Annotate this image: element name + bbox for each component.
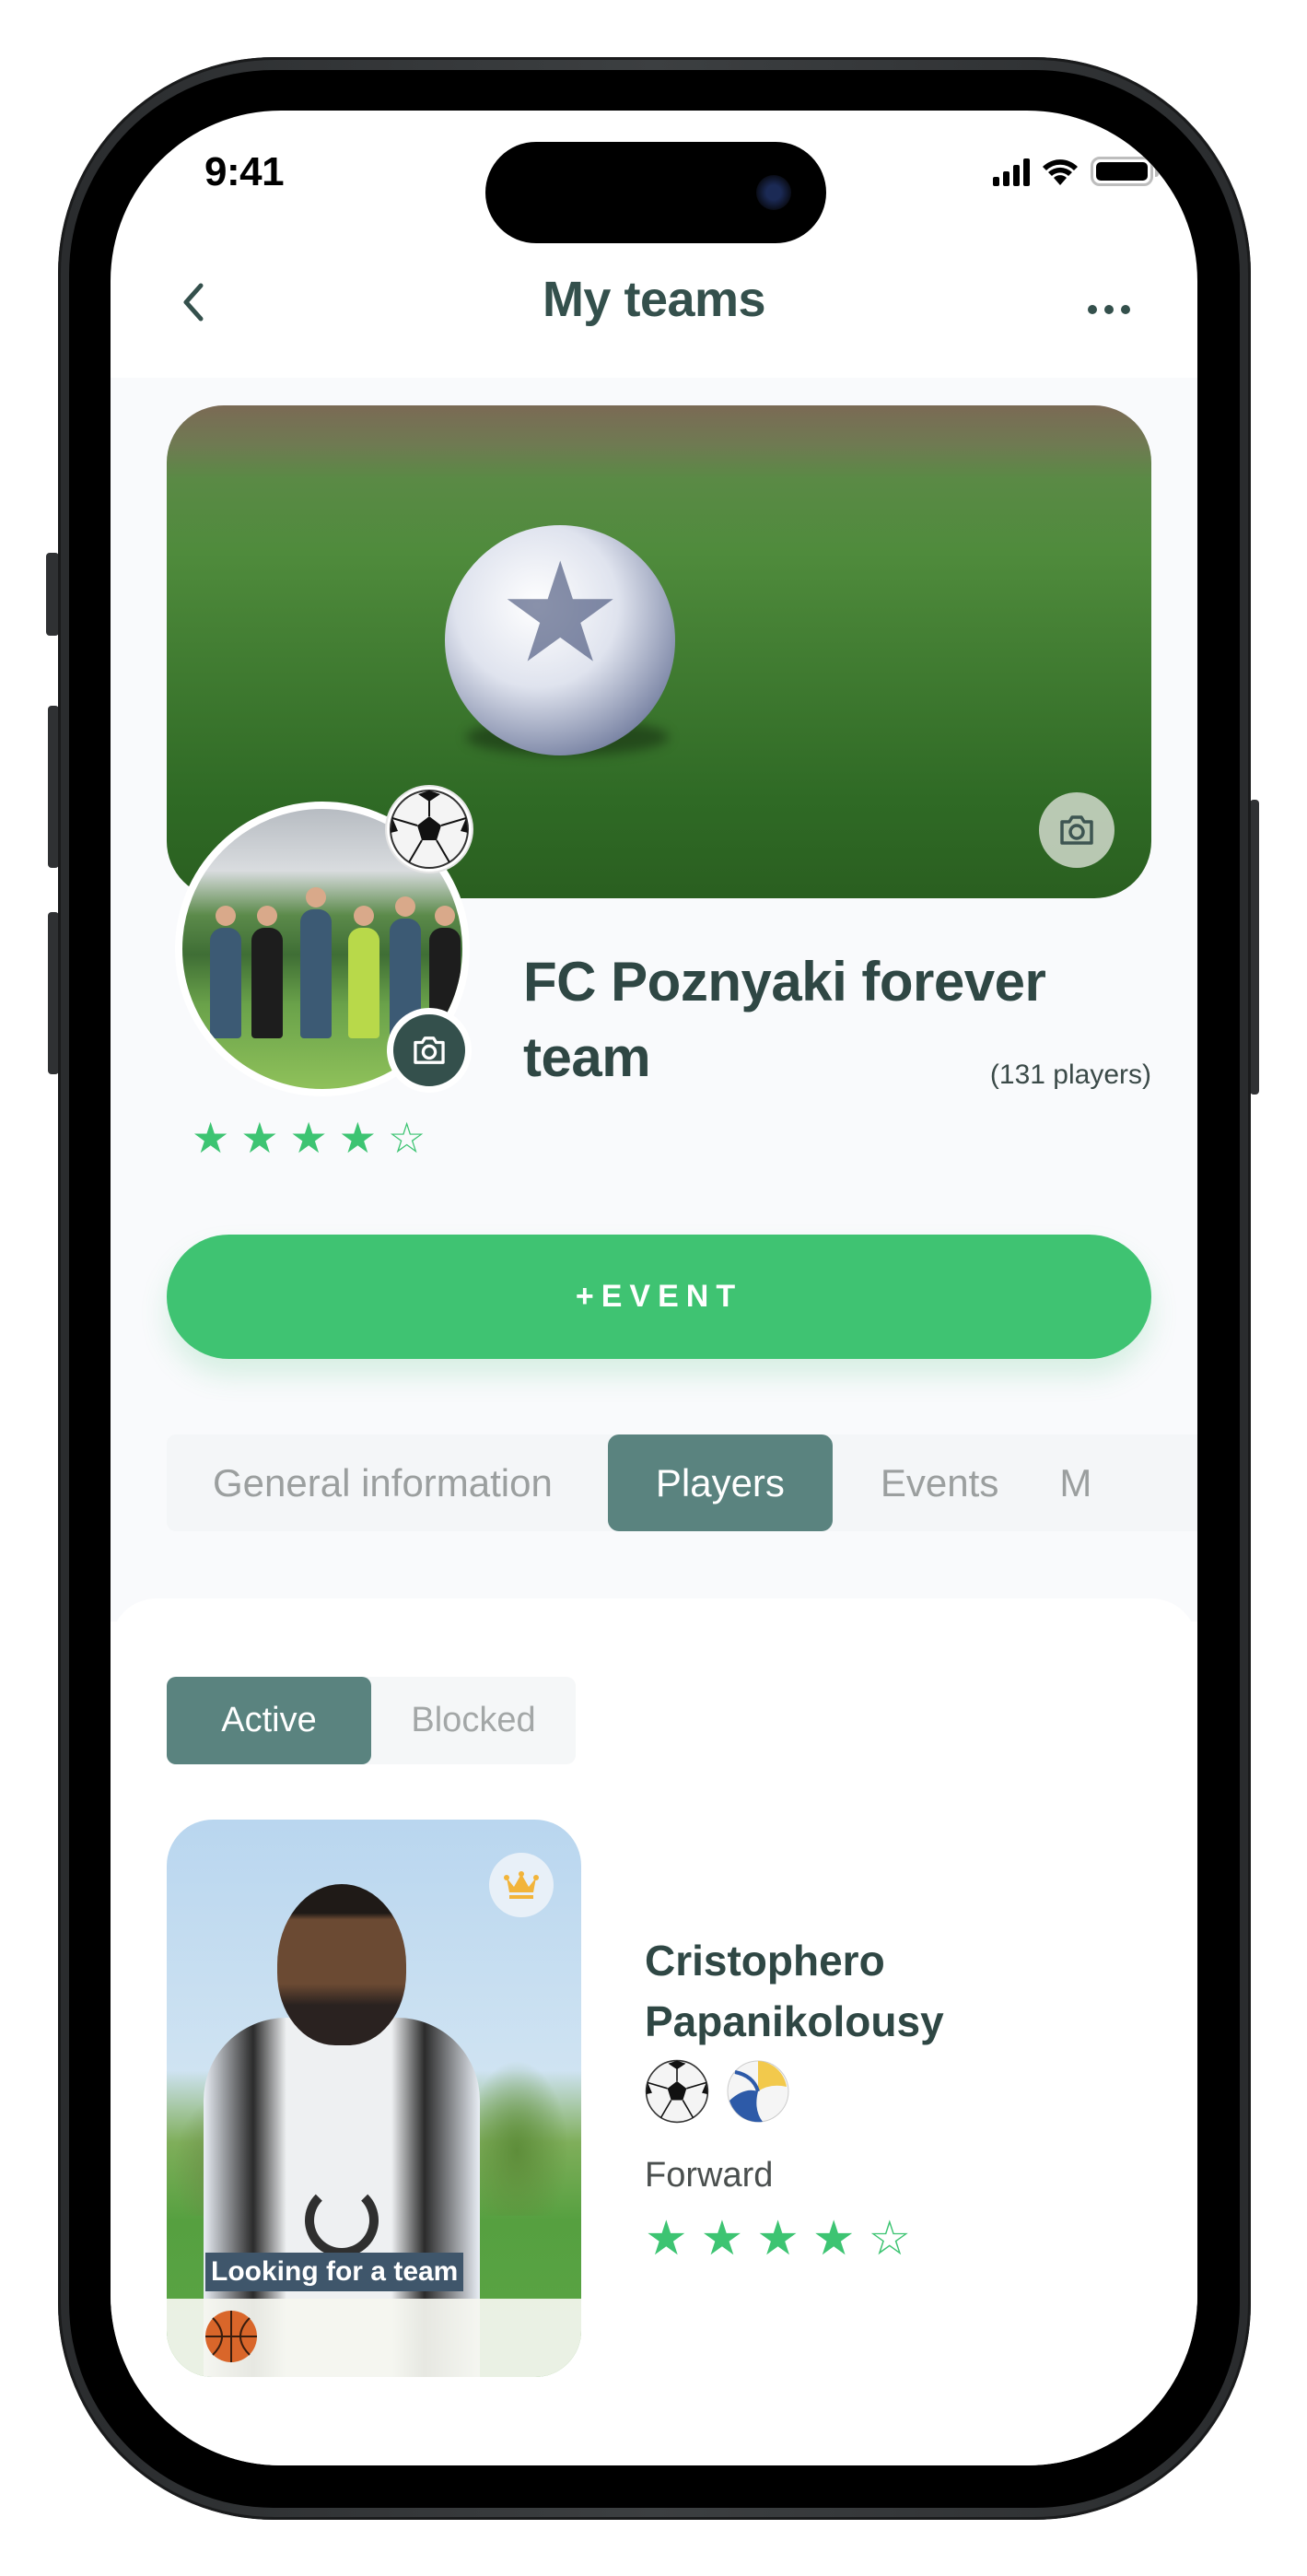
star-filled-icon: ★ bbox=[192, 1114, 230, 1162]
action-button bbox=[46, 553, 59, 636]
player-photo[interactable]: Looking for a team bbox=[167, 1820, 581, 2377]
screen: 9:41 My teams ★ ★ ★ ★ ★ ☆ FC Poznyaki fo… bbox=[111, 111, 1197, 2465]
player-sports bbox=[645, 2059, 790, 2124]
team-players-count: (131 players) bbox=[989, 1060, 1151, 1090]
wifi-icon bbox=[1043, 159, 1078, 185]
crown-icon bbox=[504, 1871, 539, 1899]
tab-general-information[interactable]: General information bbox=[167, 1434, 608, 1531]
tab-more[interactable]: M bbox=[1046, 1434, 1139, 1531]
cellular-signal-icon bbox=[993, 157, 1030, 186]
tab-events[interactable]: Events bbox=[833, 1434, 1046, 1531]
player-name[interactable]: Cristophero Papanikolousy bbox=[645, 1930, 944, 2052]
status-time: 9:41 bbox=[204, 149, 285, 194]
soccer-ball-icon bbox=[645, 2059, 709, 2124]
nav-header: My teams bbox=[111, 249, 1197, 350]
front-camera-icon bbox=[756, 175, 791, 210]
looking-for-team-badge: Looking for a team bbox=[205, 2253, 464, 2291]
star-empty-icon: ☆ bbox=[388, 1114, 426, 1162]
page-title: My teams bbox=[542, 272, 766, 327]
soccer-ball-icon bbox=[385, 785, 473, 873]
dynamic-island bbox=[485, 142, 826, 243]
player-rating: ★ ★ ★ ★ ☆ bbox=[645, 2211, 911, 2266]
volleyball-icon bbox=[727, 2060, 789, 2123]
team-tabs: General information Players Events M bbox=[167, 1434, 1197, 1531]
star-filled-icon: ★ bbox=[645, 2212, 688, 2266]
star-filled-icon: ★ bbox=[811, 2212, 856, 2266]
status-icons bbox=[993, 157, 1159, 186]
add-event-button[interactable]: +EVENT bbox=[167, 1235, 1151, 1359]
more-options-button[interactable] bbox=[1085, 276, 1133, 330]
star-filled-icon: ★ bbox=[338, 1114, 377, 1162]
star-filled-icon: ★ bbox=[700, 2212, 744, 2266]
captain-badge bbox=[489, 1853, 554, 1917]
camera-icon bbox=[414, 1036, 445, 1064]
player-status-filter: Active Blocked bbox=[167, 1677, 576, 1764]
more-horizontal-icon bbox=[1088, 305, 1130, 314]
star-filled-icon: ★ bbox=[240, 1114, 279, 1162]
star-empty-icon: ☆ bbox=[868, 2212, 912, 2266]
tab-players[interactable]: Players bbox=[607, 1434, 833, 1531]
filter-blocked[interactable]: Blocked bbox=[371, 1677, 576, 1764]
basketball-icon bbox=[205, 2311, 257, 2362]
players-panel: Active Blocked Looking for a team Cristo… bbox=[111, 1598, 1197, 2465]
power-button bbox=[1250, 800, 1259, 1095]
star-filled-icon: ★ bbox=[756, 2212, 799, 2266]
change-avatar-button[interactable] bbox=[387, 1008, 472, 1093]
star-filled-icon: ★ bbox=[289, 1114, 328, 1162]
filter-active[interactable]: Active bbox=[167, 1677, 371, 1764]
camera-icon bbox=[1060, 815, 1093, 845]
team-rating: ★ ★ ★ ★ ☆ bbox=[192, 1113, 426, 1163]
soccer-ball-image bbox=[445, 525, 675, 755]
battery-icon bbox=[1091, 157, 1159, 186]
change-cover-button[interactable] bbox=[1039, 792, 1114, 868]
player-position: Forward bbox=[645, 2156, 774, 2195]
